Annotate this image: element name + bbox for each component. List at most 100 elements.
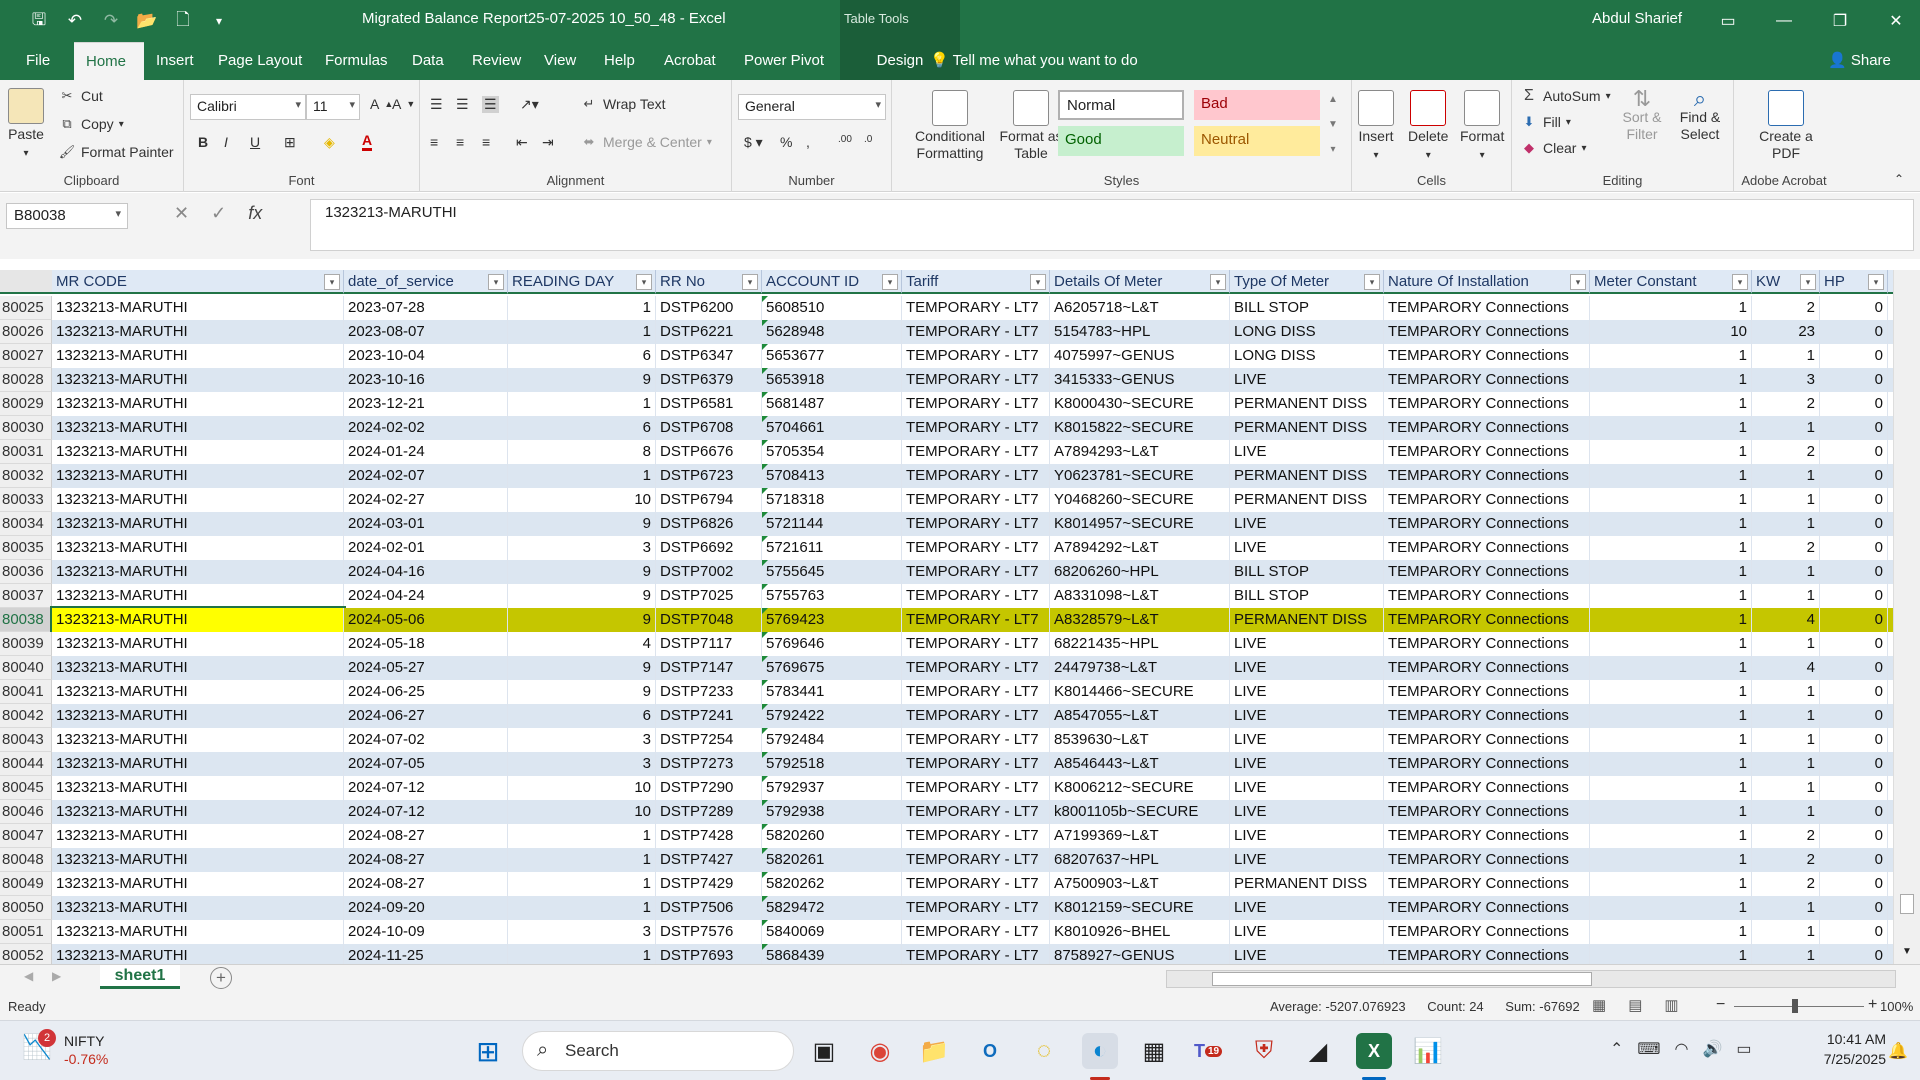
- edge-icon[interactable]: ◐: [1082, 1033, 1118, 1069]
- style-good[interactable]: Good: [1058, 126, 1184, 156]
- table-cell[interactable]: 8: [508, 440, 656, 464]
- table-cell[interactable]: A8331098~L&T: [1050, 584, 1230, 608]
- table-cell[interactable]: TEMPARORY Connections: [1384, 440, 1590, 464]
- table-cell[interactable]: 2024-09-20: [344, 896, 508, 920]
- filter-dropdown-icon[interactable]: ▾: [1732, 274, 1748, 290]
- table-cell[interactable]: 9: [508, 560, 656, 584]
- table-cell[interactable]: 8539630~L&T: [1050, 728, 1230, 752]
- row-number[interactable]: 80025: [0, 296, 52, 320]
- table-cell[interactable]: DSTP7273: [656, 752, 762, 776]
- bold-icon[interactable]: B: [198, 134, 208, 150]
- table-cell[interactable]: TEMPORARY - LT7: [902, 656, 1050, 680]
- table-cell[interactable]: 1: [1752, 728, 1820, 752]
- format-painter-button[interactable]: 🖌 Format Painter: [58, 144, 174, 160]
- table-cell[interactable]: A7500903~L&T: [1050, 872, 1230, 896]
- table-cell[interactable]: 1: [1590, 608, 1752, 632]
- table-cell[interactable]: K8000430~SECURE: [1050, 392, 1230, 416]
- enter-icon[interactable]: ✓: [211, 203, 226, 224]
- table-cell[interactable]: 1323213-MARUTHI: [52, 704, 344, 728]
- table-cell[interactable]: LIVE: [1230, 728, 1384, 752]
- table-cell[interactable]: 3: [508, 920, 656, 944]
- table-cell[interactable]: PERMANENT DISS: [1230, 872, 1384, 896]
- table-cell[interactable]: 9: [508, 680, 656, 704]
- row-number[interactable]: 80028: [0, 368, 52, 392]
- filter-dropdown-icon[interactable]: ▾: [488, 274, 504, 290]
- table-cell[interactable]: 2024-02-27: [344, 488, 508, 512]
- new-file-icon[interactable]: 🗋: [168, 8, 198, 34]
- table-cell[interactable]: TEMPORARY - LT7: [902, 920, 1050, 944]
- prev-sheet-icon[interactable]: ◀: [24, 969, 33, 983]
- table-cell[interactable]: 1: [1752, 464, 1820, 488]
- undo-icon[interactable]: ↶: [60, 8, 90, 34]
- name-box[interactable]: B80038: [6, 203, 128, 229]
- table-cell[interactable]: 2023-12-21: [344, 392, 508, 416]
- table-cell[interactable]: 0: [1820, 608, 1888, 632]
- table-cell[interactable]: TEMPORARY - LT7: [902, 296, 1050, 320]
- outlook-icon[interactable]: O: [972, 1033, 1008, 1069]
- table-cell[interactable]: 1323213-MARUTHI: [52, 752, 344, 776]
- align-left-icon[interactable]: ≡: [430, 134, 438, 150]
- align-center-icon[interactable]: ≡: [456, 134, 464, 150]
- table-cell[interactable]: 1: [1752, 584, 1820, 608]
- table-cell[interactable]: 1323213-MARUTHI: [52, 344, 344, 368]
- table-cell[interactable]: 9: [508, 608, 656, 632]
- table-cell[interactable]: 10: [508, 800, 656, 824]
- zoom-slider[interactable]: − + 100%: [1712, 996, 1913, 1016]
- table-cell[interactable]: 10: [1590, 320, 1752, 344]
- table-cell[interactable]: 0: [1820, 920, 1888, 944]
- table-cell[interactable]: DSTP6676: [656, 440, 762, 464]
- table-cell[interactable]: 1: [1590, 944, 1752, 964]
- table-cell[interactable]: DSTP6692: [656, 536, 762, 560]
- add-sheet-icon[interactable]: +: [210, 967, 232, 989]
- table-cell[interactable]: 5840069: [762, 920, 902, 944]
- table-cell[interactable]: K8006212~SECURE: [1050, 776, 1230, 800]
- table-cell[interactable]: 1: [1590, 344, 1752, 368]
- table-cell[interactable]: 2024-10-09: [344, 920, 508, 944]
- table-cell[interactable]: DSTP7693: [656, 944, 762, 964]
- table-cell[interactable]: 2024-07-12: [344, 776, 508, 800]
- table-cell[interactable]: LIVE: [1230, 776, 1384, 800]
- table-cell[interactable]: 5868439: [762, 944, 902, 964]
- table-cell[interactable]: 0: [1820, 656, 1888, 680]
- table-cell[interactable]: 6: [508, 416, 656, 440]
- underline-icon[interactable]: U: [250, 134, 260, 150]
- orientation-icon[interactable]: ↗▾: [520, 96, 539, 113]
- insert-cells-button[interactable]: Insert ▾: [1358, 90, 1394, 164]
- table-cell[interactable]: 0: [1820, 680, 1888, 704]
- table-cell[interactable]: 5608510: [762, 296, 902, 320]
- style-normal[interactable]: Normal: [1058, 90, 1184, 120]
- formula-input[interactable]: 1323213-MARUTHI: [310, 199, 1914, 251]
- table-cell[interactable]: LIVE: [1230, 800, 1384, 824]
- table-cell[interactable]: TEMPARORY Connections: [1384, 872, 1590, 896]
- table-cell[interactable]: K8012159~SECURE: [1050, 896, 1230, 920]
- table-cell[interactable]: 1323213-MARUTHI: [52, 800, 344, 824]
- table-cell[interactable]: 5792484: [762, 728, 902, 752]
- table-cell[interactable]: 1323213-MARUTHI: [52, 848, 344, 872]
- table-cell[interactable]: DSTP6200: [656, 296, 762, 320]
- table-cell[interactable]: DSTP7427: [656, 848, 762, 872]
- page-break-view-icon[interactable]: ▥: [1664, 996, 1678, 1014]
- conditional-formatting-button[interactable]: Conditional Formatting: [900, 90, 1000, 162]
- table-cell[interactable]: 0: [1820, 536, 1888, 560]
- function-icon[interactable]: fx: [248, 203, 262, 224]
- table-cell[interactable]: 0: [1820, 728, 1888, 752]
- table-cell[interactable]: TEMPORARY - LT7: [902, 632, 1050, 656]
- zoom-in-icon[interactable]: +: [1868, 996, 1877, 1014]
- table-cell[interactable]: LIVE: [1230, 368, 1384, 392]
- table-cell[interactable]: 0: [1820, 416, 1888, 440]
- column-header[interactable]: HP ▾: [1820, 270, 1888, 294]
- filter-dropdown-icon[interactable]: ▾: [1210, 274, 1226, 290]
- table-cell[interactable]: DSTP7506: [656, 896, 762, 920]
- table-cell[interactable]: LIVE: [1230, 752, 1384, 776]
- table-cell[interactable]: 1: [1590, 536, 1752, 560]
- table-cell[interactable]: 1: [1590, 824, 1752, 848]
- table-cell[interactable]: 1: [1590, 728, 1752, 752]
- table-cell[interactable]: 1: [1752, 800, 1820, 824]
- table-cell[interactable]: TEMPORARY - LT7: [902, 464, 1050, 488]
- table-cell[interactable]: TEMPARORY Connections: [1384, 776, 1590, 800]
- table-cell[interactable]: 2024-06-25: [344, 680, 508, 704]
- filter-dropdown-icon[interactable]: ▾: [1030, 274, 1046, 290]
- table-cell[interactable]: TEMPORARY - LT7: [902, 368, 1050, 392]
- table-cell[interactable]: 0: [1820, 896, 1888, 920]
- table-cell[interactable]: TEMPORARY - LT7: [902, 944, 1050, 964]
